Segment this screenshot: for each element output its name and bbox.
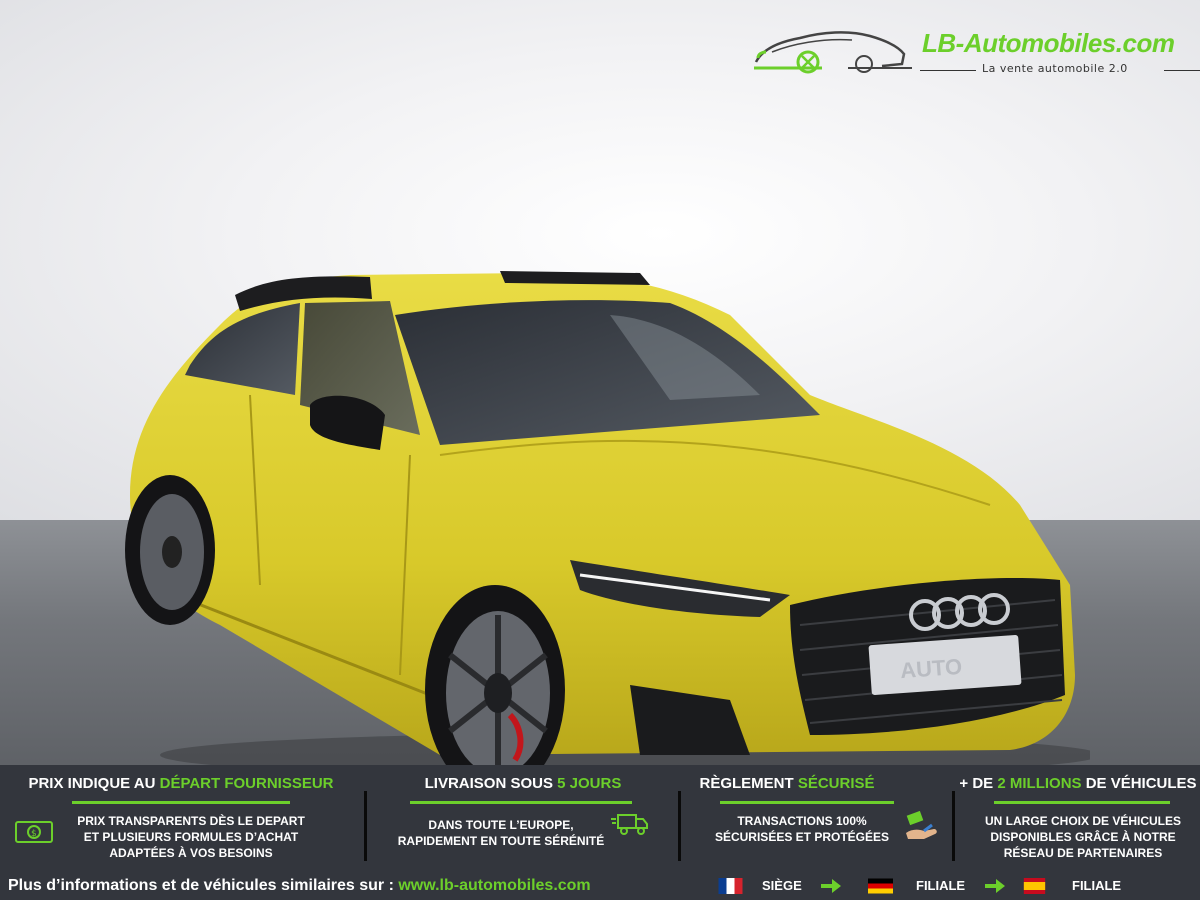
brand-logo[interactable]: LB-Automobiles.com La vente automobile 2… <box>752 24 1200 84</box>
feature-vehicles: + DE 2 MILLIONS DE VÉHICULES UN LARGE CH… <box>956 765 1200 865</box>
car-image: AUTO <box>125 271 1090 770</box>
delivery-truck-icon <box>611 814 648 835</box>
column-separator <box>364 791 367 861</box>
arrow-right-icon <box>821 879 841 893</box>
feature-rule <box>410 801 632 804</box>
feature-title-highlight: DÉPART FOURNISSEUR <box>159 775 334 792</box>
feature-title-prefix: + DE <box>959 775 998 792</box>
feature-price: PRIX INDIQUE AU DÉPART FOURNISSEUR $ PRI… <box>0 765 362 865</box>
feature-line: PRIX TRANSPARENTS DÈS LE DEPART <box>77 814 305 828</box>
feature-description: DANS TOUTE L’EUROPE, RAPIDEMENT EN TOUTE… <box>386 817 616 849</box>
feature-title: + DE 2 MILLIONS DE VÉHICULES <box>956 775 1200 792</box>
feature-title-prefix: PRIX INDIQUE AU <box>28 775 160 792</box>
germany-flag-icon <box>868 878 893 894</box>
column-separator <box>952 791 955 861</box>
france-flag-icon <box>718 878 743 894</box>
feature-rule <box>72 801 290 804</box>
feature-line: RÉSEAU DE PARTENAIRES <box>1003 846 1163 860</box>
arrow-right-icon <box>985 879 1005 893</box>
column-separator <box>678 791 681 861</box>
location-label: FILIALE <box>916 878 966 893</box>
feature-description: UN LARGE CHOIX DE VÉHICULES DISPONIBLES … <box>956 813 1200 861</box>
feature-title-suffix: DE VÉHICULES <box>1081 775 1197 792</box>
feature-line: UN LARGE CHOIX DE VÉHICULES <box>984 814 1182 828</box>
feature-rule <box>720 801 894 804</box>
feature-line: DANS TOUTE L’EUROPE, <box>428 818 574 832</box>
tagline-rule-right <box>1164 70 1200 71</box>
feature-title: PRIX INDIQUE AU DÉPART FOURNISSEUR <box>0 775 362 792</box>
location-label: SIÈGE <box>762 878 802 893</box>
feature-line: TRANSACTIONS 100% <box>737 814 867 828</box>
info-banner: PRIX INDIQUE AU DÉPART FOURNISSEUR $ PRI… <box>0 765 1200 900</box>
spain-flag-icon <box>1023 878 1046 894</box>
feature-line: RAPIDEMENT EN TOUTE SÉRÉNITÉ <box>397 834 605 848</box>
license-plate: AUTO <box>899 654 963 683</box>
car-logo-icon <box>754 31 912 74</box>
feature-title-highlight: SÉCURISÉ <box>797 775 875 792</box>
feature-line: SÉCURISÉES ET PROTÉGÉES <box>714 830 890 844</box>
brand-tagline: La vente automobile 2.0 <box>982 62 1128 75</box>
feature-title: LIVRAISON SOUS 5 JOURS <box>368 775 678 792</box>
feature-line: ADAPTÉES À VOS BESOINS <box>109 846 273 860</box>
feature-title-highlight: 2 MILLIONS <box>997 775 1082 792</box>
feature-description: TRANSACTIONS 100% SÉCURISÉES ET PROTÉGÉE… <box>702 813 902 845</box>
feature-title-prefix: LIVRAISON SOUS <box>424 775 558 792</box>
feature-rule <box>994 801 1170 804</box>
feature-line: DISPONIBLES GRÂCE À NOTRE <box>990 830 1176 844</box>
feature-delivery: LIVRAISON SOUS 5 JOURS DANS TOUTE L’EURO… <box>368 765 678 865</box>
feature-title-highlight: 5 JOURS <box>557 775 622 792</box>
feature-title: RÈGLEMENT SÉCURISÉ <box>682 775 892 792</box>
feature-title-prefix: RÈGLEMENT <box>699 775 798 792</box>
feature-line: ET PLUSIEURS FORMULES D’ACHAT <box>83 830 299 844</box>
svg-text:$: $ <box>31 829 37 839</box>
footer-text: Plus d’informations et de véhicules simi… <box>8 877 399 894</box>
website-link[interactable]: www.lb-automobiles.com <box>398 877 590 894</box>
money-icon: $ <box>15 821 53 843</box>
feature-payment: RÈGLEMENT SÉCURISÉ TRANSACTIONS 100% SÉC… <box>682 765 952 865</box>
location-label: FILIALE <box>1072 878 1122 893</box>
brand-name: LB-Automobiles.com <box>922 28 1175 58</box>
footer-info: Plus d’informations et de véhicules simi… <box>8 877 591 895</box>
tagline-rule-left <box>920 70 976 71</box>
feature-description: PRIX TRANSPARENTS DÈS LE DEPART ET PLUSI… <box>60 813 322 861</box>
payment-hand-icon <box>906 811 937 839</box>
